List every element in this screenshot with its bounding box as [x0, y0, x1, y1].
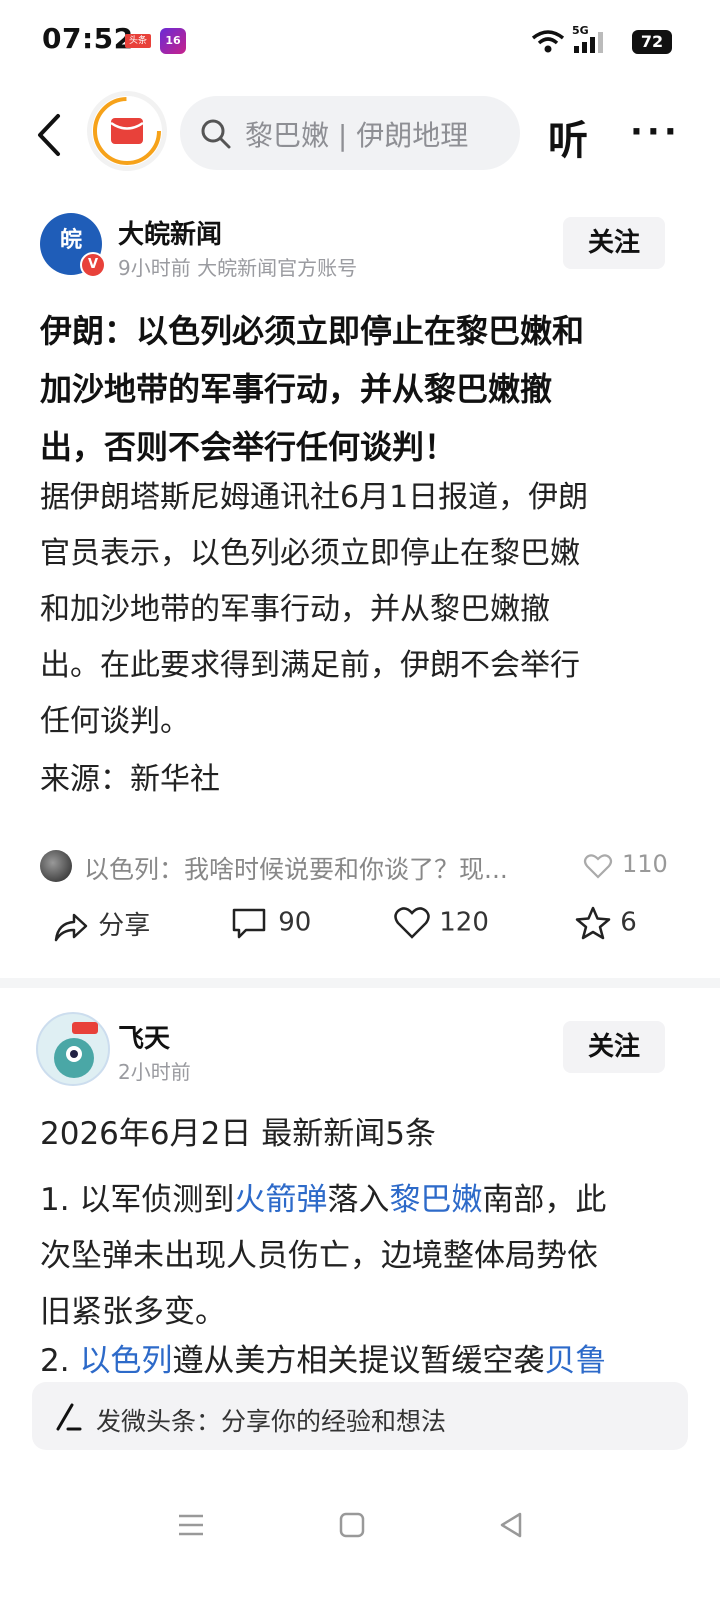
article-title[interactable]: 伊朗：以色列必须立即停止在黎巴嫩和 加沙地带的军事行动，并从黎巴嫩撤 出，否则不… — [40, 302, 680, 476]
back-triangle-icon[interactable] — [496, 1510, 526, 1540]
heart-icon — [394, 907, 430, 939]
share-icon — [54, 913, 88, 941]
body-line: 和加沙地带的军事行动，并从黎巴嫩撤 — [40, 592, 550, 627]
topic-link[interactable]: 黎巴嫩 — [389, 1182, 482, 1218]
system-navigation-bar — [0, 1485, 720, 1604]
pen-icon — [56, 1403, 82, 1431]
title-line: 加沙地带的军事行动，并从黎巴嫩撤 — [40, 370, 553, 408]
post-meta: 2小时前 — [118, 1060, 191, 1084]
topic-link[interactable]: 火箭弹 — [234, 1182, 327, 1218]
search-icon — [201, 119, 231, 149]
toutiao-notification-icon: 头条 — [125, 34, 151, 48]
star-icon — [575, 906, 611, 940]
comment-icon — [232, 908, 266, 939]
like-count: 120 — [439, 907, 489, 938]
favorite-action[interactable]: 6 — [574, 905, 637, 955]
wifi-icon — [531, 30, 565, 53]
body-line: 出。在此要求得到满足前，伊朗不会举行 — [40, 648, 580, 683]
search-placeholder[interactable]: 黎巴嫩 | 伊朗地理 — [245, 114, 490, 154]
body-line: 官员表示，以色列必须立即停止在黎巴嫩 — [40, 536, 580, 571]
comment-action[interactable]: 90 — [230, 905, 311, 955]
title-line: 伊朗：以色列必须立即停止在黎巴嫩和 — [40, 312, 585, 350]
body-line: 据伊朗塔斯尼姆通讯社6月1日报道，伊朗 — [40, 480, 589, 515]
author-name[interactable]: 飞天 — [118, 1018, 170, 1055]
text-span: 遵从美方相关提议暂缓空袭 — [172, 1343, 545, 1379]
share-action[interactable]: 分享 — [52, 905, 150, 955]
status-bar: 07:52 头条 16 5G 72 — [0, 0, 720, 84]
post-divider — [0, 978, 720, 988]
listen-button[interactable]: 听 — [548, 108, 588, 166]
comment-like-icon[interactable] — [583, 852, 613, 880]
article-body[interactable]: 据伊朗塔斯尼姆通讯社6月1日报道，伊朗 官员表示，以色列必须立即停止在黎巴嫩 和… — [40, 470, 680, 750]
text-span: 1. 以军侦测到 — [40, 1182, 235, 1218]
share-label: 分享 — [98, 911, 151, 941]
news-item-2[interactable]: 2. 以色列遵从美方相关提议暂缓空袭贝鲁 — [40, 1333, 680, 1379]
app-notification-icon: 16 — [160, 28, 186, 54]
post-meta: 9小时前 大皖新闻官方账号 — [118, 256, 358, 280]
author-name[interactable]: 大皖新闻 — [118, 214, 222, 251]
like-action[interactable]: 120 — [393, 905, 489, 955]
verified-badge-icon: V — [80, 252, 106, 278]
body-line: 任何谈判。 — [40, 704, 190, 739]
more-options-button[interactable]: ··· — [630, 112, 681, 152]
commenter-avatar — [40, 850, 72, 882]
title-line: 出，否则不会举行任何谈判！ — [40, 428, 457, 466]
text-span: 落入 — [327, 1182, 390, 1218]
status-time: 07:52 — [42, 22, 134, 55]
red-packet-logo[interactable] — [92, 96, 162, 166]
top-comment[interactable]: 以色列：我啥时候说要和你谈了？现... — [84, 850, 554, 886]
news-line: 旧紧张多变。 — [40, 1294, 226, 1330]
text-span: 2. — [40, 1343, 80, 1379]
home-icon[interactable] — [337, 1510, 367, 1540]
news-line: 次坠弹未出现人员伤亡，边境整体局势依 — [40, 1238, 598, 1274]
comment-like-count: 110 — [622, 850, 668, 878]
follow-button[interactable]: 关注 — [563, 217, 665, 269]
avatar-image — [54, 1022, 98, 1078]
news-line: 1. 以军侦测到火箭弹落入黎巴嫩南部，此 — [40, 1172, 680, 1228]
favorite-count: 6 — [620, 907, 637, 938]
article-source: 来源：新华社 — [40, 762, 220, 797]
back-arrow-icon[interactable] — [32, 110, 72, 160]
post-heading[interactable]: 2026年6月2日 最新新闻5条 — [40, 1106, 680, 1162]
menu-icon[interactable] — [176, 1510, 206, 1540]
topic-link[interactable]: 以色列 — [79, 1343, 172, 1379]
compose-placeholder[interactable]: 发微头条：分享你的经验和想法 — [96, 1402, 446, 1438]
battery-icon: 72 — [632, 30, 672, 54]
news-item-1[interactable]: 1. 以军侦测到火箭弹落入黎巴嫩南部，此 次坠弹未出现人员伤亡，边境整体局势依 … — [40, 1172, 680, 1340]
signal-icon — [574, 32, 603, 53]
author-avatar[interactable] — [36, 1012, 110, 1086]
text-span: 南部，此 — [482, 1182, 607, 1218]
follow-button[interactable]: 关注 — [563, 1021, 665, 1073]
topic-link[interactable]: 贝鲁 — [544, 1343, 606, 1379]
red-packet-icon — [93, 97, 161, 165]
comment-count: 90 — [278, 907, 312, 938]
